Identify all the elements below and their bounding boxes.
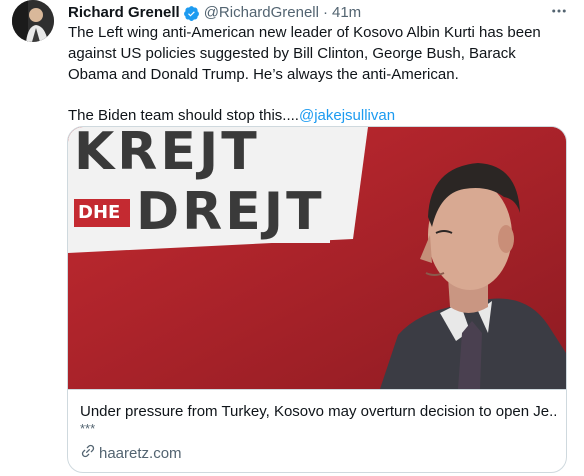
tweet-timestamp[interactable]: 41m — [332, 3, 361, 23]
tweet-text-prefix: The Biden team should stop this.... — [68, 107, 299, 124]
avatar[interactable] — [12, 0, 54, 42]
card-description: *** — [80, 421, 96, 436]
separator-dot: · — [322, 4, 328, 21]
tweet-text: The Left wing anti-American new leader o… — [68, 22, 568, 126]
banner-text-small: DHE — [78, 202, 121, 223]
card-image[interactable]: KREJT DHE DREJT — [68, 127, 566, 389]
tweet[interactable]: Richard Grenell @RichardGrenell · 41m Th… — [0, 0, 584, 476]
more-icon[interactable] — [548, 0, 570, 22]
tweet-text-paragraph-2: The Biden team should stop this....@jake… — [68, 105, 568, 126]
verified-badge-icon — [183, 5, 200, 22]
card-title[interactable]: Under pressure from Turkey, Kosovo may o… — [80, 402, 556, 422]
mention-link[interactable]: @jakejsullivan — [299, 107, 395, 124]
tweet-text-paragraph-1: The Left wing anti-American new leader o… — [68, 24, 541, 83]
card-domain[interactable]: haaretz.com — [80, 443, 182, 463]
avatar-photo — [12, 0, 54, 42]
link-icon — [80, 443, 99, 463]
banner-text-bottom: DREJT — [136, 182, 325, 242]
author-name[interactable]: Richard Grenell — [68, 3, 180, 23]
card-domain-text: haaretz.com — [99, 444, 182, 462]
card-body[interactable]: Under pressure from Turkey, Kosovo may o… — [68, 389, 566, 472]
author-handle[interactable]: @RichardGrenell — [204, 3, 319, 23]
link-card[interactable]: KREJT DHE DREJT Under pressure from Turk… — [67, 126, 567, 473]
banner-text-top: KREJT — [74, 127, 260, 182]
tweet-header: Richard Grenell @RichardGrenell · 41m — [68, 3, 361, 23]
